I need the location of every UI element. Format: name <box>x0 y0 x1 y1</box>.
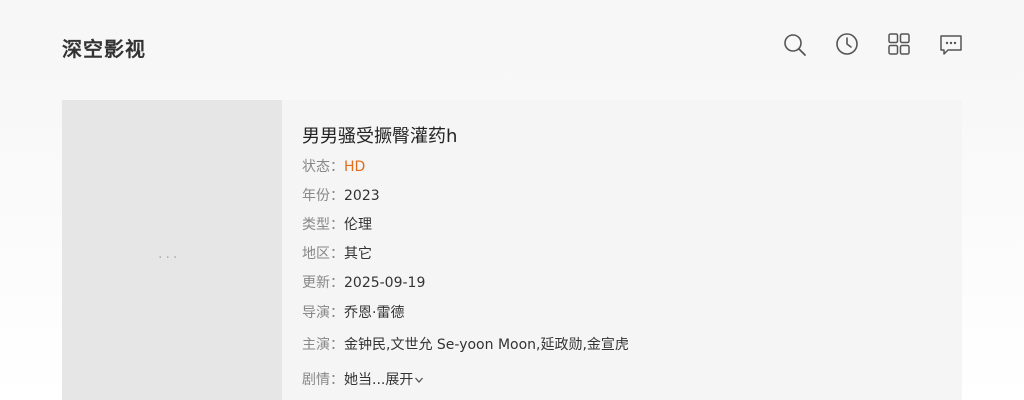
history-icon[interactable] <box>834 30 860 58</box>
chat-icon[interactable] <box>938 30 964 58</box>
chevron-down-icon <box>415 377 424 383</box>
field-label: 更新： <box>302 275 344 291</box>
field-label: 主演： <box>302 337 344 353</box>
status-badge: HD <box>344 159 366 175</box>
field-value[interactable]: 乔恩·雷德 <box>344 305 404 321</box>
field-label: 地区： <box>302 246 344 262</box>
field-label: 剧情： <box>302 372 344 388</box>
field-value: 2025-09-19 <box>344 275 426 291</box>
field-value: 2023 <box>344 188 380 204</box>
field-director: 导演：乔恩·雷德 <box>302 303 404 323</box>
field-updated: 更新：2025-09-19 <box>302 273 425 293</box>
field-value[interactable]: 伦理 <box>344 217 372 233</box>
field-label: 类型： <box>302 217 344 233</box>
field-label: 状态： <box>302 159 344 175</box>
search-icon[interactable] <box>782 30 808 58</box>
field-genre: 类型：伦理 <box>302 215 372 235</box>
field-year: 年份：2023 <box>302 186 380 206</box>
expand-plot-button[interactable]: 展开 <box>385 372 424 388</box>
plot-text: 她当... <box>344 372 386 388</box>
movie-detail-card: ··· 男男骚受撅臀灌药h 状态：HD 年份：2023 类型：伦理 地区：其它 … <box>62 100 962 400</box>
header: 深空影视 <box>0 0 1024 90</box>
field-value[interactable]: 其它 <box>344 246 372 262</box>
field-value[interactable]: 金钟民,文世允 Se-yoon Moon,延政勋,金宣虎 <box>344 337 629 353</box>
poster-loading-indicator: ··· <box>158 250 181 266</box>
expand-label: 展开 <box>385 372 414 388</box>
field-plot: 剧情：她当...展开 <box>302 370 424 390</box>
grid-icon[interactable] <box>886 30 912 58</box>
field-label: 年份： <box>302 188 344 204</box>
header-icons <box>0 30 1024 60</box>
movie-title: 男男骚受撅臀灌药h <box>302 126 458 147</box>
field-cast: 主演：金钟民,文世允 Se-yoon Moon,延政勋,金宣虎 <box>302 335 629 355</box>
field-label: 导演： <box>302 305 344 321</box>
field-region: 地区：其它 <box>302 244 372 264</box>
poster-image[interactable]: ··· <box>62 100 282 400</box>
field-status: 状态：HD <box>302 157 365 177</box>
